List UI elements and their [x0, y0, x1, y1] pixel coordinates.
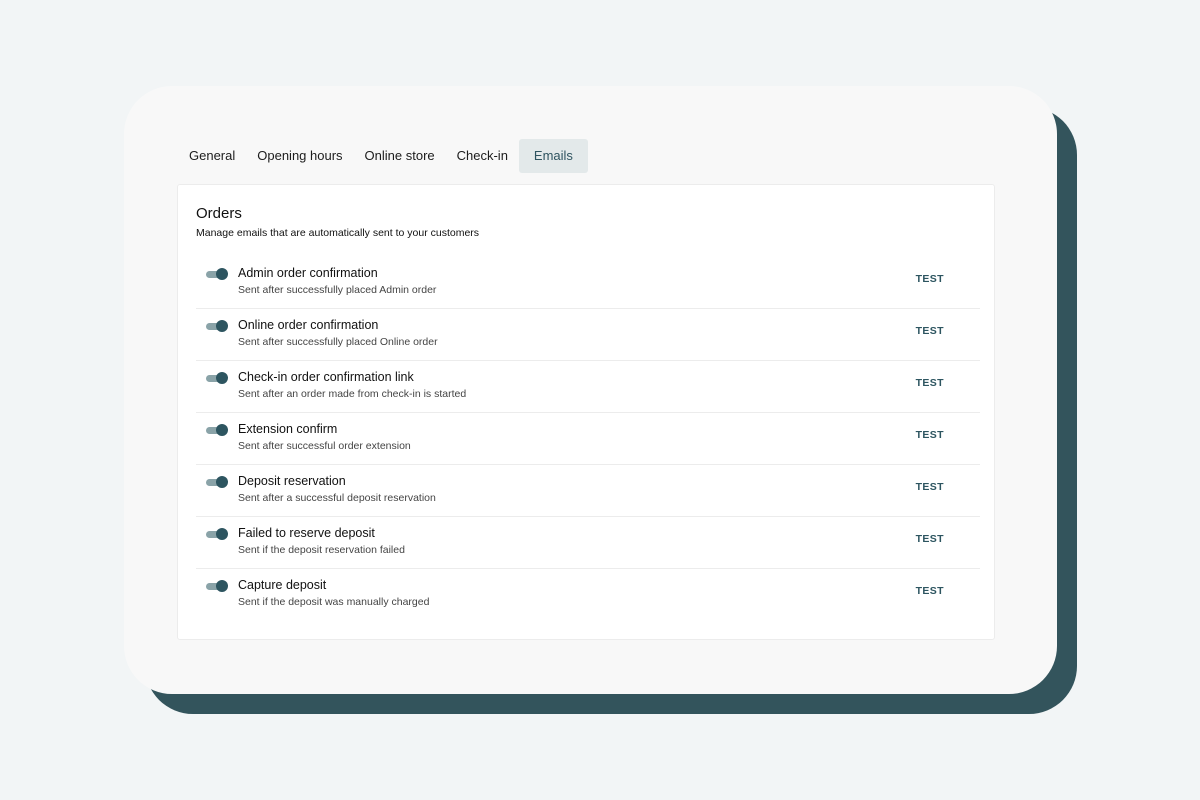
- email-title: Extension confirm: [238, 422, 338, 436]
- test-button[interactable]: TEST: [916, 377, 944, 389]
- toggle-knob: [216, 268, 228, 280]
- enable-toggle[interactable]: [206, 476, 228, 490]
- test-button[interactable]: TEST: [916, 585, 944, 597]
- enable-toggle[interactable]: [206, 424, 228, 438]
- orders-panel: Orders Manage emails that are automatica…: [177, 184, 995, 640]
- email-description: Sent after successfully placed Online or…: [238, 336, 438, 348]
- email-title: Capture deposit: [238, 578, 327, 592]
- stage: General Opening hours Online store Check…: [0, 0, 1200, 800]
- panel-title: Orders: [196, 205, 242, 222]
- email-title: Failed to reserve deposit: [238, 526, 375, 540]
- settings-tabs: General Opening hours Online store Check…: [178, 139, 588, 173]
- test-button[interactable]: TEST: [916, 533, 944, 545]
- enable-toggle[interactable]: [206, 268, 228, 282]
- enable-toggle[interactable]: [206, 528, 228, 542]
- toggle-knob: [216, 528, 228, 540]
- panel-subtitle: Manage emails that are automatically sen…: [196, 227, 480, 239]
- email-row-deposit-reservation: Deposit reservation Sent after a success…: [196, 465, 980, 517]
- email-title: Online order confirmation: [238, 318, 379, 332]
- tab-general[interactable]: General: [178, 139, 246, 173]
- email-row-online-order-confirmation: Online order confirmation Sent after suc…: [196, 309, 980, 361]
- tab-emails[interactable]: Emails: [518, 139, 588, 173]
- toggle-knob: [216, 320, 228, 332]
- email-list: Admin order confirmation Sent after succ…: [196, 257, 980, 621]
- email-description: Sent after an order made from check-in i…: [238, 388, 467, 400]
- email-row-extension-confirm: Extension confirm Sent after successful …: [196, 413, 980, 465]
- test-button[interactable]: TEST: [916, 429, 944, 441]
- email-description: Sent after successful order extension: [238, 440, 411, 452]
- email-row-check-in-order-confirmation-link: Check-in order confirmation link Sent af…: [196, 361, 980, 413]
- email-title: Admin order confirmation: [238, 266, 378, 280]
- test-button[interactable]: TEST: [916, 273, 944, 285]
- enable-toggle[interactable]: [206, 372, 228, 386]
- email-row-capture-deposit: Capture deposit Sent if the deposit was …: [196, 569, 980, 621]
- email-title: Deposit reservation: [238, 474, 346, 488]
- toggle-knob: [216, 580, 228, 592]
- toggle-knob: [216, 372, 228, 384]
- email-row-admin-order-confirmation: Admin order confirmation Sent after succ…: [196, 257, 980, 309]
- email-row-failed-to-reserve-deposit: Failed to reserve deposit Sent if the de…: [196, 517, 980, 569]
- tab-online-store[interactable]: Online store: [354, 139, 446, 173]
- email-description: Sent if the deposit reservation failed: [238, 544, 405, 556]
- tab-check-in[interactable]: Check-in: [446, 139, 519, 173]
- enable-toggle[interactable]: [206, 580, 228, 594]
- email-description: Sent if the deposit was manually charged: [238, 596, 430, 608]
- toggle-knob: [216, 424, 228, 436]
- test-button[interactable]: TEST: [916, 481, 944, 493]
- email-description: Sent after successfully placed Admin ord…: [238, 284, 437, 296]
- toggle-knob: [216, 476, 228, 488]
- tab-opening-hours[interactable]: Opening hours: [246, 139, 353, 173]
- enable-toggle[interactable]: [206, 320, 228, 334]
- test-button[interactable]: TEST: [916, 325, 944, 337]
- email-description: Sent after a successful deposit reservat…: [238, 492, 436, 504]
- email-title: Check-in order confirmation link: [238, 370, 414, 384]
